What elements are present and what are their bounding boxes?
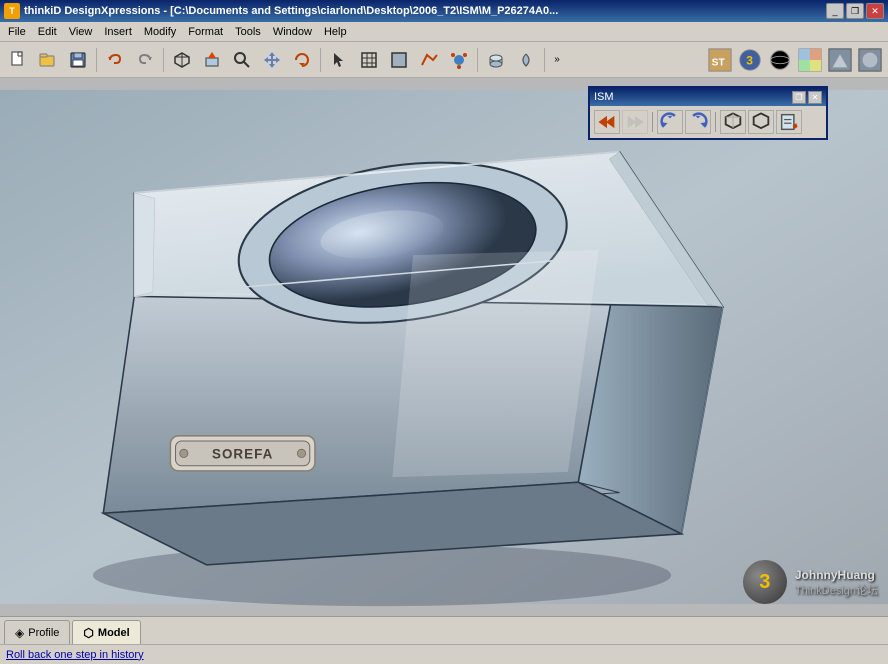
window-title: thinkiD DesignXpressions - [C:\Documents… xyxy=(24,5,558,17)
ism-wire-button[interactable] xyxy=(748,110,774,134)
redo-button[interactable] xyxy=(131,46,159,74)
ism-title-label: ISM xyxy=(594,91,614,103)
menu-format[interactable]: Format xyxy=(182,24,229,40)
menu-file[interactable]: File xyxy=(2,24,32,40)
sep-3 xyxy=(320,48,321,72)
ism-back-button[interactable] xyxy=(594,110,620,134)
ism-toolbar xyxy=(590,106,826,138)
ism-title-bar[interactable]: ISM ❐ ✕ xyxy=(590,88,826,106)
menu-edit[interactable]: Edit xyxy=(32,24,63,40)
viewport-logo: 3 JohnnyHuang ThinkDesign论坛 xyxy=(743,560,878,606)
sep-1 xyxy=(96,48,97,72)
logo-circle: 3 xyxy=(743,560,787,604)
revolve-button[interactable] xyxy=(512,46,540,74)
ism-3d-view-button[interactable] xyxy=(720,110,746,134)
sep-2 xyxy=(163,48,164,72)
title-bar-controls: _ ❐ ✕ xyxy=(826,3,884,19)
menu-bar: File Edit View Insert Modify Format Tool… xyxy=(0,22,888,42)
logo-text: JohnnyHuang ThinkDesign论坛 xyxy=(795,568,878,598)
viewport[interactable]: SOREFA ISM xyxy=(0,78,888,616)
scene-button[interactable]: 3 xyxy=(736,46,764,74)
new-button[interactable] xyxy=(4,46,32,74)
toolbar-more-button[interactable]: » xyxy=(549,46,565,74)
select-button[interactable] xyxy=(325,46,353,74)
sep-5 xyxy=(544,48,545,72)
menu-help[interactable]: Help xyxy=(318,24,353,40)
app-icon: T xyxy=(4,3,20,19)
status-message: Roll back one step in history xyxy=(6,649,144,661)
ism-edit-button[interactable] xyxy=(776,110,802,134)
box-button[interactable] xyxy=(168,46,196,74)
mesh-button[interactable] xyxy=(355,46,383,74)
restore-button[interactable]: ❐ xyxy=(846,3,864,19)
rotate-button[interactable] xyxy=(288,46,316,74)
profile-tab[interactable]: ◈ Profile xyxy=(4,620,70,644)
view-preset1[interactable] xyxy=(826,46,854,74)
ism-sep-1 xyxy=(652,112,653,132)
menu-view[interactable]: View xyxy=(63,24,99,40)
material-button[interactable] xyxy=(796,46,824,74)
close-button[interactable]: ✕ xyxy=(866,3,884,19)
ism-restore-button[interactable]: ❐ xyxy=(792,91,806,104)
main-toolbar: » ST 3 xyxy=(0,42,888,78)
minimize-button[interactable]: _ xyxy=(826,3,844,19)
sep-4 xyxy=(477,48,478,72)
logo-line2: ThinkDesign论坛 xyxy=(795,582,878,598)
pushpull-button[interactable] xyxy=(198,46,226,74)
edge-button[interactable] xyxy=(415,46,443,74)
menu-insert[interactable]: Insert xyxy=(98,24,138,40)
ism-sep-2 xyxy=(715,112,716,132)
svg-text:ST: ST xyxy=(712,57,726,68)
menu-modify[interactable]: Modify xyxy=(138,24,182,40)
view-preset2[interactable] xyxy=(856,46,884,74)
save-button[interactable] xyxy=(64,46,92,74)
svg-text:3: 3 xyxy=(746,53,753,67)
title-bar: T thinkiD DesignXpressions - [C:\Documen… xyxy=(0,0,888,22)
extrude-button[interactable] xyxy=(482,46,510,74)
model-tab-icon: ⬡ xyxy=(83,626,93,640)
menu-tools[interactable]: Tools xyxy=(229,24,267,40)
zoom-button[interactable] xyxy=(228,46,256,74)
ism-panel: ISM ❐ ✕ xyxy=(588,86,828,140)
ism-title-controls: ❐ ✕ xyxy=(792,91,822,104)
open-button[interactable] xyxy=(34,46,62,74)
sphere-button[interactable] xyxy=(766,46,794,74)
logo-line1: JohnnyHuang xyxy=(795,568,878,582)
ism-close-button[interactable]: ✕ xyxy=(808,91,822,104)
profile-tab-label: Profile xyxy=(28,627,59,639)
status-bar: Roll back one step in history xyxy=(0,644,888,664)
profile-tab-icon: ◈ xyxy=(15,626,24,640)
title-bar-left: T thinkiD DesignXpressions - [C:\Documen… xyxy=(4,3,558,19)
svg-text:SOREFA: SOREFA xyxy=(212,447,273,462)
model-tab[interactable]: ⬡ Model xyxy=(72,620,140,644)
menu-window[interactable]: Window xyxy=(267,24,318,40)
ism-rotate-right-button[interactable] xyxy=(685,110,711,134)
vertex-button[interactable] xyxy=(445,46,473,74)
main-area: SOREFA ISM xyxy=(0,78,888,616)
bottom-tabs: ◈ Profile ⬡ Model xyxy=(0,616,888,644)
model-tab-label: Model xyxy=(98,627,130,639)
pan-button[interactable] xyxy=(258,46,286,74)
ism-rotate-left-button[interactable] xyxy=(657,110,683,134)
face-button[interactable] xyxy=(385,46,413,74)
undo-button[interactable] xyxy=(101,46,129,74)
render-button[interactable]: ST xyxy=(706,46,734,74)
ism-forward-button[interactable] xyxy=(622,110,648,134)
